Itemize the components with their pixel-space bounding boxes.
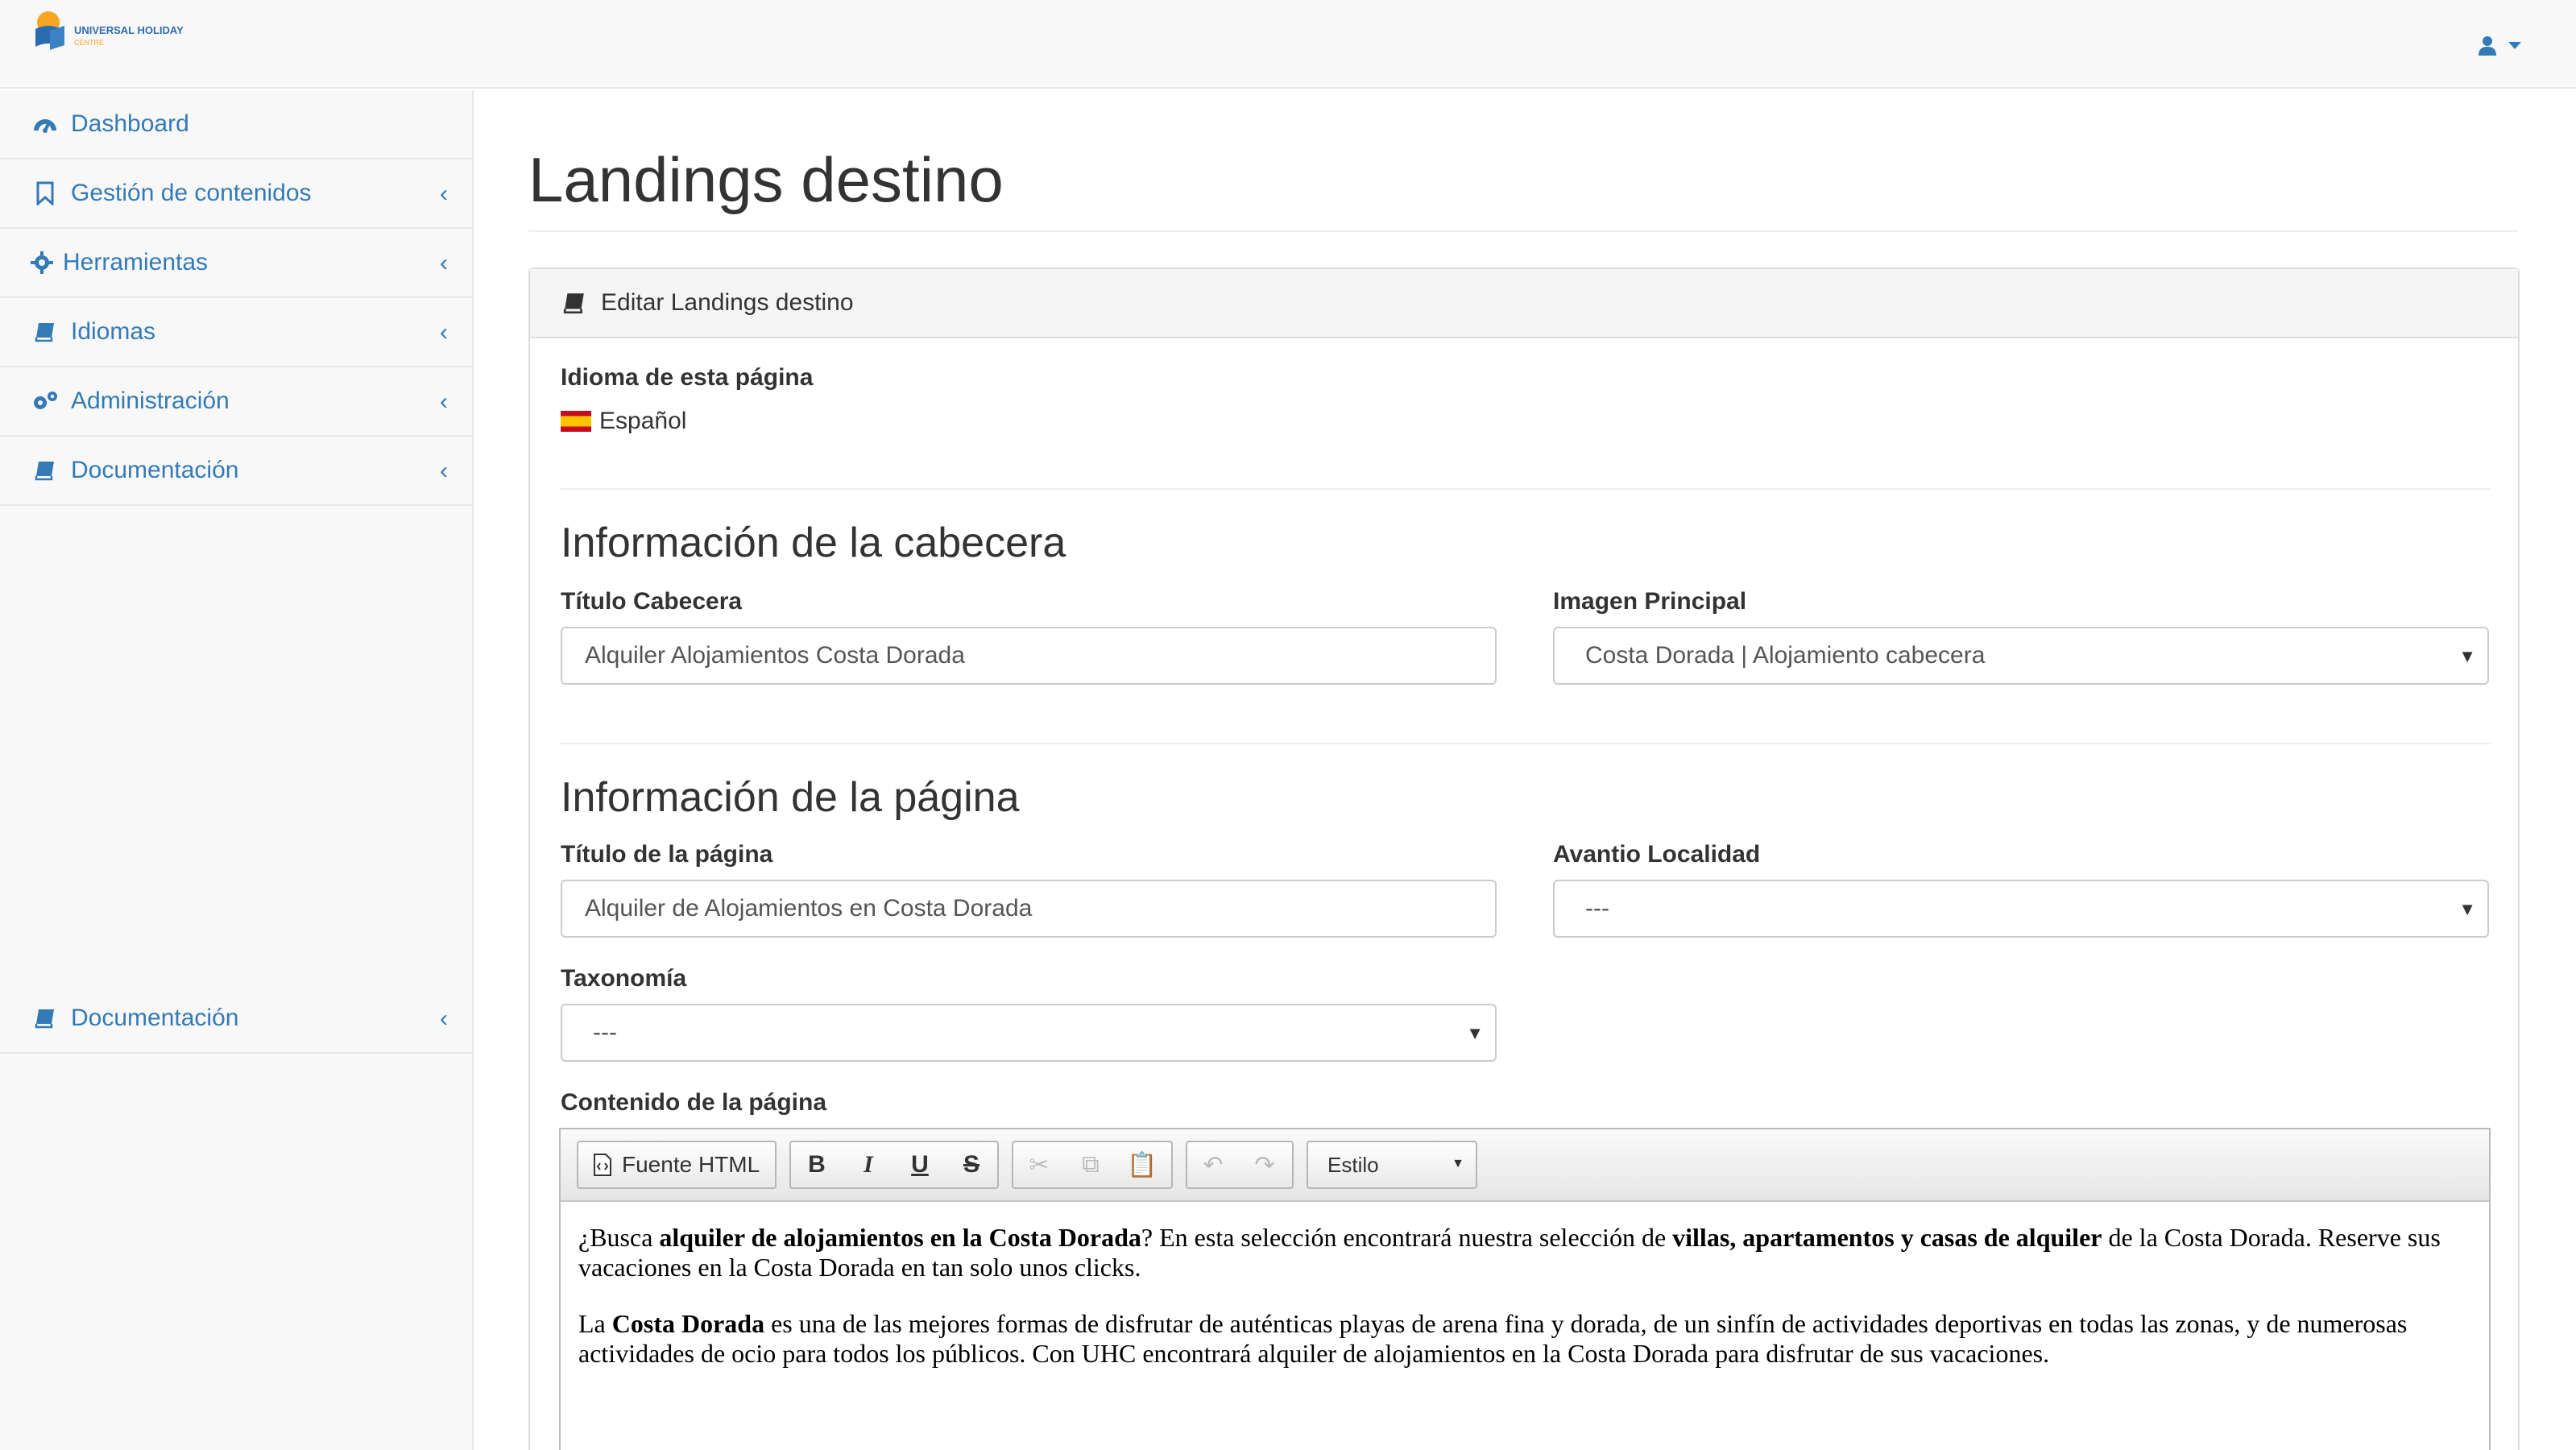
spain-flag-icon: [561, 411, 591, 432]
source-html-button[interactable]: Fuente HTML: [577, 1141, 777, 1189]
bookmark-icon: [31, 179, 60, 208]
user-icon: [2479, 36, 2496, 56]
sidebar-item-idiomas[interactable]: Idiomas ‹: [0, 298, 472, 367]
taxonomia-select[interactable]: --- ▼: [561, 1004, 1497, 1062]
title-divider: [528, 230, 2518, 232]
svg-text:UNIVERSAL HOLIDAY: UNIVERSAL HOLIDAY: [74, 24, 184, 36]
sidebar-item-label: Idiomas: [71, 318, 156, 345]
source-button-label: Fuente HTML: [622, 1152, 760, 1177]
content-paragraph: ¿Busca alquiler de alojamientos en la Co…: [578, 1223, 2471, 1282]
copy-icon[interactable]: ⧉: [1065, 1142, 1116, 1187]
bold-text: Costa Dorada: [611, 1309, 765, 1338]
sidebar-item-documentacion[interactable]: Documentación ‹: [0, 437, 472, 506]
avantio-localidad-select[interactable]: --- ▼: [1553, 880, 2489, 938]
language-name: Español: [599, 408, 687, 434]
source-icon: [594, 1154, 611, 1176]
sidebar-item-label: Documentación: [71, 1005, 239, 1031]
underline-button[interactable]: U: [894, 1142, 946, 1187]
book-icon: [563, 293, 584, 314]
brand-logo-graphic: UNIVERSAL HOLIDAY CENTRE: [35, 11, 184, 50]
editor-toolbar: Fuente HTML B I U S ✂ ⧉ 📋 ↶ ↷ Estilo ▼: [561, 1129, 2489, 1202]
italic-button[interactable]: I: [843, 1142, 894, 1187]
gears-icon: [31, 387, 60, 416]
titulo-cabecera-label: Título Cabecera: [561, 588, 743, 615]
taxonomia-label: Taxonomía: [561, 965, 687, 992]
sidebar-item-administracion[interactable]: Administración ‹: [0, 367, 472, 437]
user-menu[interactable]: [2476, 34, 2523, 56]
divider: [561, 488, 2491, 490]
sidebar-item-label: Herramientas: [63, 249, 209, 276]
history-button-group: ↶ ↷: [1186, 1141, 1294, 1189]
divider: [561, 743, 2491, 744]
sidebar: Dashboard Gestión de contenidos ‹ Herram…: [0, 90, 474, 1450]
bold-button[interactable]: B: [791, 1142, 843, 1187]
imagen-principal-label: Imagen Principal: [1553, 588, 1747, 615]
caret-down-icon: ▼: [1452, 1157, 1464, 1170]
sidebar-item-documentacion-bottom[interactable]: Documentación ‹: [0, 984, 472, 1054]
caret-down-icon: ▼: [2458, 899, 2476, 919]
dashboard-icon: [31, 110, 60, 139]
style-select[interactable]: Estilo ▼: [1307, 1141, 1477, 1189]
titulo-pagina-label: Título de la página: [561, 841, 773, 868]
sidebar-item-dashboard[interactable]: Dashboard: [0, 90, 472, 160]
caret-down-icon: ▼: [2458, 646, 2476, 666]
editor-content[interactable]: ¿Busca alquiler de alojamientos en la Co…: [578, 1223, 2471, 1395]
panel-heading-text: Editar Landings destino: [601, 289, 854, 316]
language-value: Español: [561, 408, 686, 435]
brand-logo[interactable]: UNIVERSAL HOLIDAY CENTRE: [32, 10, 217, 55]
cut-icon[interactable]: ✂: [1013, 1142, 1065, 1187]
sidebar-item-label: Documentación: [71, 457, 239, 483]
sidebar-item-label: Administración: [71, 387, 230, 414]
svg-text:CENTRE: CENTRE: [74, 39, 104, 47]
book-icon: [31, 456, 60, 485]
bold-text: villas, apartamentos y casas de alquiler: [1672, 1223, 2102, 1252]
page-title: Landings destino: [528, 144, 1004, 215]
sidebar-item-label: Gestión de contenidos: [71, 180, 312, 206]
book-icon: [31, 317, 60, 346]
caret-down-icon: [2508, 42, 2521, 49]
panel-heading: Editar Landings destino: [530, 269, 2518, 338]
select-value: Costa Dorada | Alojamiento cabecera: [1585, 642, 1986, 669]
titulo-pagina-input[interactable]: Alquiler de Alojamientos en Costa Dorada: [561, 880, 1497, 938]
language-label: Idioma de esta página: [561, 364, 814, 391]
book-icon: [31, 1004, 60, 1033]
text: es una de las mejores formas de disfruta…: [578, 1309, 2408, 1368]
chevron-left-icon: ‹: [440, 388, 448, 415]
text: ? En esta selección encontrará nuestra s…: [1141, 1223, 1673, 1252]
top-navbar: UNIVERSAL HOLIDAY CENTRE: [0, 0, 2576, 89]
sidebar-item-label: Dashboard: [71, 110, 189, 137]
text: ¿Busca: [578, 1223, 660, 1252]
chevron-left-icon: ‹: [440, 180, 448, 207]
text: La: [578, 1309, 612, 1338]
paste-icon[interactable]: 📋: [1116, 1142, 1168, 1187]
rich-text-editor: Fuente HTML B I U S ✂ ⧉ 📋 ↶ ↷ Estilo ▼ ¿…: [559, 1128, 2491, 1450]
chevron-left-icon: ‹: [440, 250, 448, 276]
select-value: ---: [1585, 895, 1609, 922]
style-select-label: Estilo: [1327, 1152, 1379, 1177]
redo-icon[interactable]: ↷: [1239, 1142, 1290, 1187]
strikethrough-button[interactable]: S: [946, 1142, 997, 1187]
caret-down-icon: ▼: [1466, 1023, 1484, 1043]
section-title-page: Información de la página: [561, 774, 1020, 821]
select-value: ---: [593, 1019, 617, 1046]
contenido-label: Contenido de la página: [561, 1089, 827, 1116]
chevron-left-icon: ‹: [440, 319, 448, 346]
titulo-cabecera-input[interactable]: Alquiler Alojamientos Costa Dorada: [561, 627, 1497, 685]
avantio-localidad-label: Avantio Localidad: [1553, 841, 1761, 868]
chevron-left-icon: ‹: [440, 1005, 448, 1032]
sidebar-item-herramientas[interactable]: Herramientas ‹: [0, 229, 472, 298]
imagen-principal-select[interactable]: Costa Dorada | Alojamiento cabecera ▼: [1553, 627, 2489, 685]
gear-icon: [27, 248, 56, 277]
section-title-header: Información de la cabecera: [561, 520, 1066, 566]
content-paragraph: La Costa Dorada es una de las mejores fo…: [578, 1309, 2471, 1369]
undo-icon[interactable]: ↶: [1187, 1142, 1239, 1187]
sidebar-item-gestion-contenidos[interactable]: Gestión de contenidos ‹: [0, 160, 472, 229]
format-button-group: B I U S: [789, 1141, 999, 1189]
chevron-left-icon: ‹: [440, 458, 448, 484]
bold-text: alquiler de alojamientos en la Costa Dor…: [659, 1223, 1141, 1252]
clipboard-button-group: ✂ ⧉ 📋: [1012, 1141, 1173, 1189]
